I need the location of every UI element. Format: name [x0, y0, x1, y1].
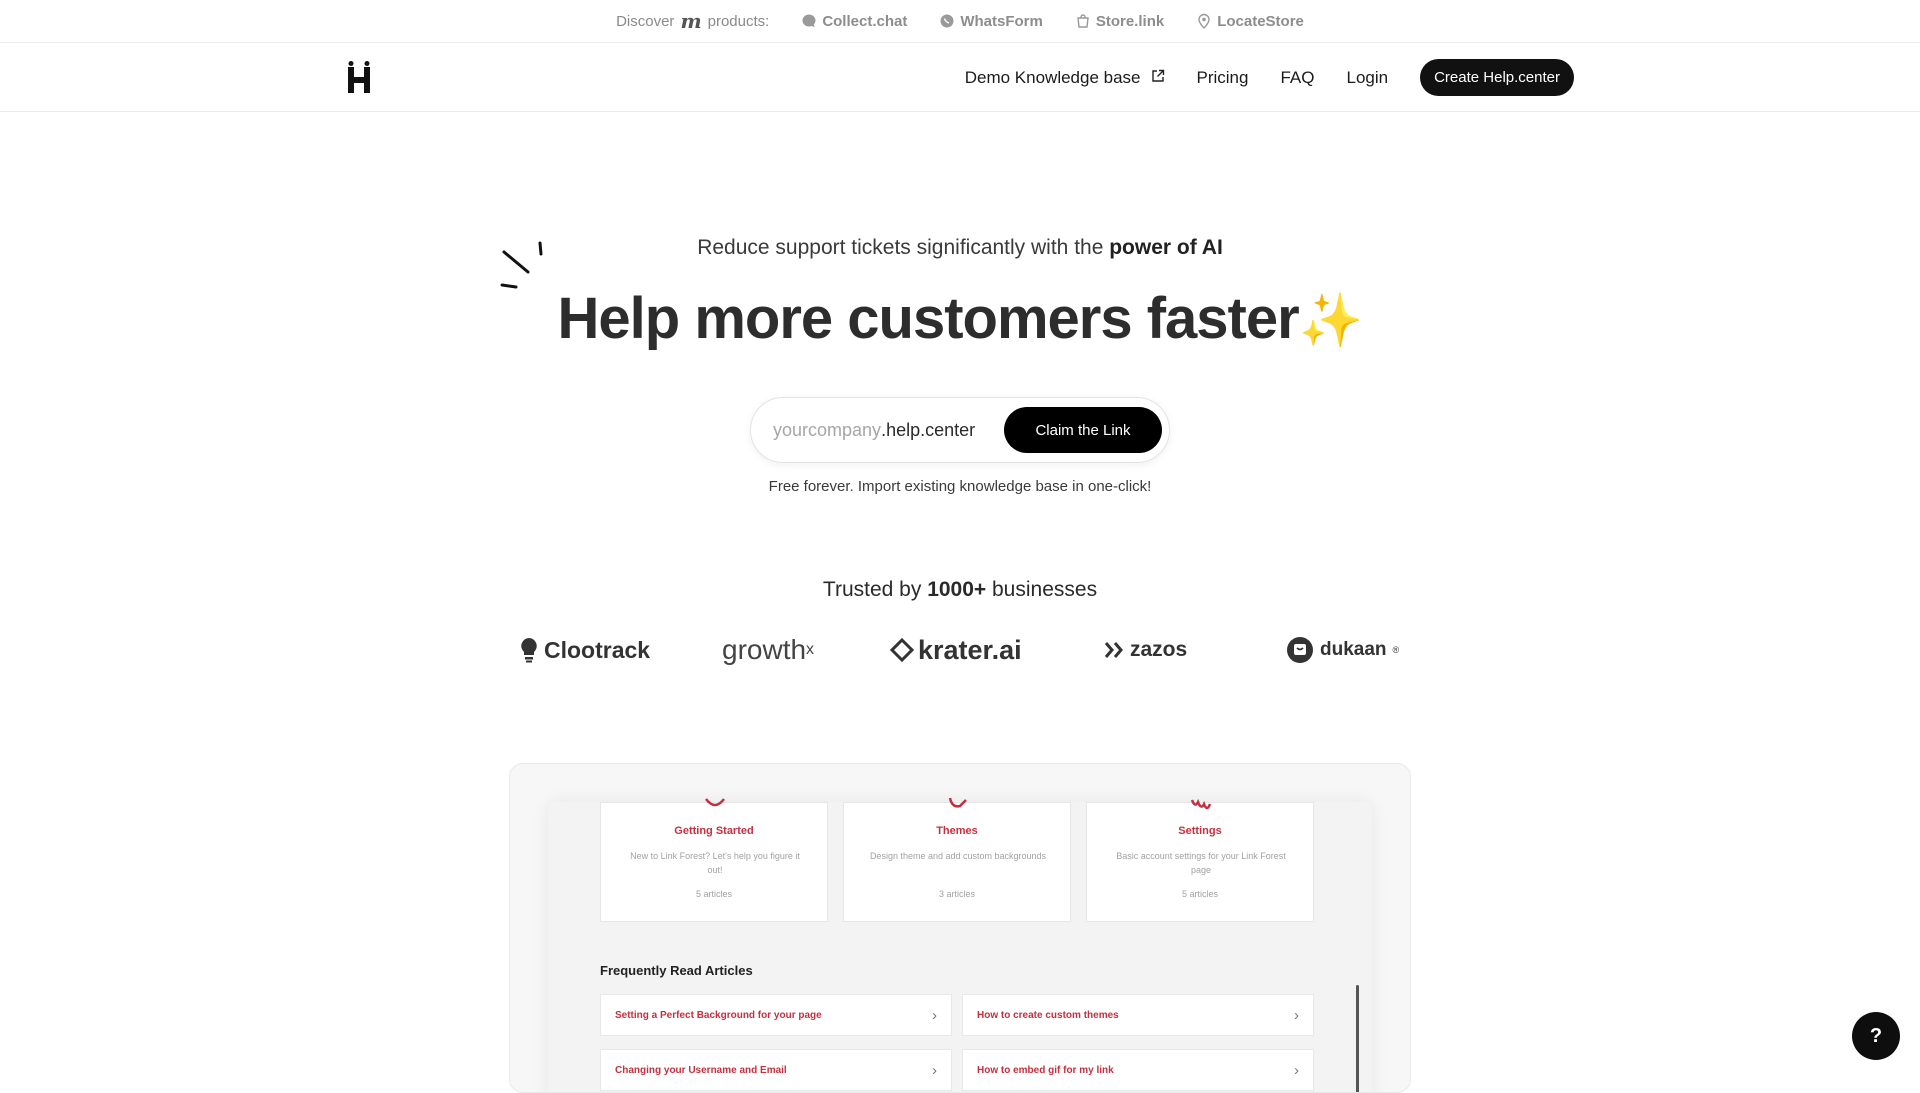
growthx-sup: x [806, 641, 815, 658]
create-help-center-button[interactable]: Create Help.center [1420, 59, 1574, 96]
trusted-count: 1000+ [927, 578, 987, 601]
demo-link-label: Demo Knowledge base [964, 67, 1141, 87]
customer-logos: Clootrack growth x krater.ai zazos dukaan… [510, 628, 1410, 672]
article-title: Setting a Perfect Background for your pa… [615, 1009, 822, 1021]
trusted-by-heading: Trusted by 1000+ businesses [0, 578, 1920, 602]
subdomain-input[interactable]: yourcompany [773, 420, 881, 441]
main-nav: Demo Knowledge base Pricing FAQ Login Cr… [0, 43, 1920, 112]
zazos-text: zazos [1130, 638, 1188, 661]
login-link[interactable]: Login [1346, 68, 1388, 88]
category-card[interactable]: Themes Design theme and add custom backg… [843, 797, 1071, 922]
article-title: Changing your Username and Email [615, 1064, 787, 1076]
map-pin-icon [1198, 13, 1210, 29]
double-chevron-icon [1104, 642, 1123, 658]
chevron-right-icon: › [932, 1006, 937, 1024]
gear-icon [1190, 798, 1212, 810]
card-count: 5 articles [1181, 889, 1218, 899]
pricing-link[interactable]: Pricing [1197, 68, 1249, 88]
card-desc: New to Link Forest? Let's help you figur… [630, 851, 800, 875]
headline-text: Help more customers faster [557, 286, 1300, 351]
tagline-bold: power of AI [1109, 236, 1223, 259]
category-card[interactable]: Getting Started New to Link Forest? Let'… [600, 798, 828, 922]
sparkles-emoji-icon: ✨ [1298, 292, 1364, 350]
faq-link[interactable]: FAQ [1280, 68, 1314, 88]
products-label: products: [707, 12, 770, 30]
product-label: WhatsForm [960, 12, 1043, 30]
hero-tagline: Reduce support tickets significantly wit… [0, 236, 1920, 260]
zazos-logo: zazos [1104, 628, 1187, 672]
rocket-icon [705, 798, 725, 807]
nav-links: Demo Knowledge base Pricing FAQ Login Cr… [965, 59, 1574, 96]
brand-m-logo-icon[interactable]: m [680, 9, 701, 33]
card-count: 3 articles [938, 889, 975, 899]
whatsapp-icon [940, 14, 954, 28]
product-preview: Getting Started New to Link Forest? Let'… [509, 763, 1411, 1093]
help-chat-button[interactable]: ? [1852, 1012, 1900, 1060]
claim-link-form: yourcompany .help.center Claim the Link [750, 397, 1170, 463]
product-label: LocateStore [1217, 12, 1304, 30]
product-link-locatestore[interactable]: LocateStore [1196, 13, 1304, 30]
brush-icon [948, 797, 967, 808]
product-label: Collect.chat [822, 12, 908, 30]
card-count: 5 articles [695, 889, 732, 899]
trusted-prefix: Trusted by [822, 578, 928, 601]
card-title: Settings [1178, 825, 1222, 837]
preview-scrollbar[interactable] [1356, 985, 1359, 1092]
frequently-read-heading: Frequently Read Articles [600, 963, 753, 978]
article-link[interactable]: How to create custom themes › [962, 994, 1314, 1036]
product-link-collect-chat[interactable]: Collect.chat [801, 13, 907, 30]
clootrack-text: Clootrack [544, 636, 651, 663]
domain-suffix: .help.center [881, 419, 976, 440]
category-card[interactable]: Settings Basic account settings for your… [1086, 798, 1314, 922]
hero-headline: Help more customers faster✨ [0, 285, 1920, 352]
claim-link-button[interactable]: Claim the Link [1004, 407, 1162, 453]
chevron-right-icon: › [1294, 1006, 1299, 1024]
article-link[interactable]: Setting a Perfect Background for your pa… [600, 994, 952, 1036]
dukaan-text: dukaan [1320, 639, 1387, 660]
article-title: How to create custom themes [977, 1009, 1119, 1021]
product-label: Store.link [1095, 12, 1165, 30]
product-link-whatsform[interactable]: WhatsForm [939, 13, 1043, 30]
shopping-bag-icon [1077, 14, 1089, 28]
article-link[interactable]: Changing your Username and Email › [600, 1049, 952, 1091]
lightbulb-icon [521, 638, 537, 663]
dukaan-logo: dukaan ® [1286, 628, 1399, 672]
article-link[interactable]: How to embed gif for my link › [962, 1049, 1314, 1091]
dukaan-reg: ® [1392, 645, 1400, 655]
clootrack-logo: Clootrack [520, 628, 650, 672]
helpcenter-logo-icon[interactable] [345, 61, 373, 95]
dukaan-bag-icon [1287, 637, 1313, 663]
chevron-right-icon: › [932, 1061, 937, 1079]
free-note: Free forever. Import existing knowledge … [768, 478, 1152, 495]
card-title: Getting Started [674, 825, 754, 837]
preview-inner: Getting Started New to Link Forest? Let'… [548, 797, 1372, 1092]
growthx-logo: growth x [722, 628, 814, 672]
external-link-icon [1151, 68, 1165, 88]
tagline-prefix: Reduce support tickets significantly wit… [697, 236, 1110, 259]
krater-text: krater.ai [918, 634, 1022, 665]
chat-bubble-icon [802, 14, 816, 28]
diamond-icon [890, 638, 914, 662]
card-title: Themes [936, 825, 978, 837]
trusted-suffix: businesses [986, 578, 1098, 601]
demo-knowledge-base-link[interactable]: Demo Knowledge base [965, 68, 1165, 88]
chevron-right-icon: › [1294, 1061, 1299, 1079]
discover-label-group: Discover m products: [616, 9, 769, 33]
krater-logo: krater.ai [890, 628, 1022, 672]
discover-label: Discover [616, 12, 675, 30]
card-desc: Design theme and add custom backgrounds [869, 851, 1047, 861]
article-title: How to embed gif for my link [977, 1064, 1114, 1076]
card-desc: Basic account settings for your Link For… [1116, 851, 1286, 875]
growthx-text: growth [722, 634, 807, 665]
discover-bar: Discover m products: Collect.chat WhatsF… [0, 0, 1920, 43]
product-link-store-link[interactable]: Store.link [1075, 13, 1164, 30]
